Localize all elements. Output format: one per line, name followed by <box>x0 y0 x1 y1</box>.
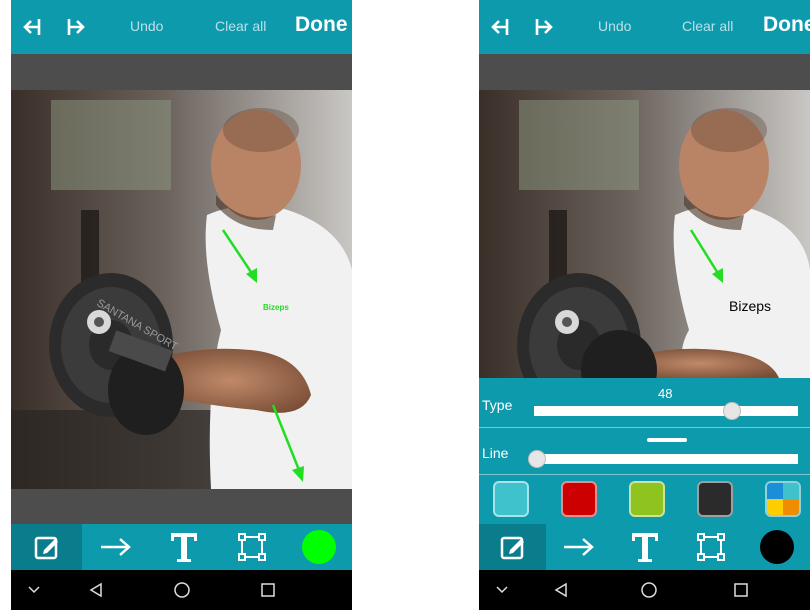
annotation-label[interactable]: Bizeps <box>263 303 289 312</box>
panel-divider <box>479 427 810 428</box>
redo-arrow-icon[interactable] <box>61 13 91 41</box>
nav-back-icon[interactable] <box>541 570 581 610</box>
type-slider-thumb[interactable] <box>723 402 742 420</box>
type-slider-track[interactable] <box>534 406 798 416</box>
nav-collapse-icon[interactable] <box>11 570 56 610</box>
rectangle-tool-button[interactable] <box>678 524 744 570</box>
clear-all-button[interactable]: Clear all <box>682 18 733 34</box>
drawing-toolbar <box>11 524 352 570</box>
line-width-preview <box>647 438 687 442</box>
color-swatch-teal[interactable] <box>493 481 529 517</box>
drawing-toolbar <box>479 524 810 570</box>
undo-arrow-icon[interactable] <box>17 13 47 41</box>
nav-collapse-icon[interactable] <box>479 570 524 610</box>
photo-canvas[interactable]: SANTANA SPORT Bizeps <box>11 90 352 489</box>
color-picker-button[interactable] <box>286 524 352 570</box>
arrow-tool-button[interactable] <box>82 524 150 570</box>
color-picker-button[interactable] <box>744 524 810 570</box>
system-nav-bar <box>11 570 352 610</box>
selected-color-swatch <box>302 530 336 564</box>
color-swatch-custom[interactable] <box>765 481 801 517</box>
text-tool-button[interactable] <box>150 524 218 570</box>
color-swatch-black[interactable] <box>697 481 733 517</box>
line-slider-thumb[interactable] <box>528 450 546 468</box>
top-bar: Undo Clear all Done <box>11 0 352 54</box>
color-swatch-green[interactable] <box>629 481 665 517</box>
rectangle-icon <box>238 533 266 561</box>
pen-tool-button[interactable] <box>11 524 82 570</box>
selected-color-swatch <box>760 530 794 564</box>
arrow-tool-button[interactable] <box>546 524 612 570</box>
annotation-label[interactable]: Bizeps <box>729 298 771 314</box>
rectangle-icon <box>697 533 725 561</box>
type-slider-value: 48 <box>658 386 673 401</box>
pen-tool-button[interactable] <box>479 524 546 570</box>
color-swatch-red[interactable] <box>561 481 597 517</box>
top-bar: Undo Clear all Done <box>479 0 810 54</box>
panel-divider <box>479 474 810 475</box>
clear-all-button[interactable]: Clear all <box>215 18 266 34</box>
nav-recents-icon[interactable] <box>248 570 288 610</box>
line-slider-label: Line <box>482 445 509 461</box>
done-button[interactable]: Done <box>295 13 348 37</box>
system-nav-bar <box>479 570 810 610</box>
right-phone-screen: Undo Clear all Done Bizeps Type 48 Line <box>479 0 810 610</box>
line-slider-track[interactable] <box>534 454 798 464</box>
done-button[interactable]: Done <box>763 13 810 37</box>
type-slider-label: Type <box>482 397 513 413</box>
redo-arrow-icon[interactable] <box>529 13 559 41</box>
undo-button[interactable]: Undo <box>598 18 631 34</box>
arrow-icon <box>101 538 131 556</box>
nav-home-icon[interactable] <box>629 570 669 610</box>
text-icon <box>171 533 197 562</box>
pen-icon <box>500 536 524 560</box>
undo-button[interactable]: Undo <box>130 18 163 34</box>
nav-recents-icon[interactable] <box>721 570 761 610</box>
rectangle-tool-button[interactable] <box>218 524 286 570</box>
text-tool-button[interactable] <box>612 524 678 570</box>
photo-canvas[interactable]: Bizeps <box>479 90 810 378</box>
pen-icon <box>34 536 58 560</box>
undo-arrow-icon[interactable] <box>485 13 515 41</box>
nav-home-icon[interactable] <box>162 570 202 610</box>
left-phone-screen: Undo Clear all Done SANTANA SPORT Bizeps <box>11 0 352 610</box>
arrow-icon <box>564 538 594 556</box>
text-icon <box>632 533 658 562</box>
nav-back-icon[interactable] <box>76 570 116 610</box>
